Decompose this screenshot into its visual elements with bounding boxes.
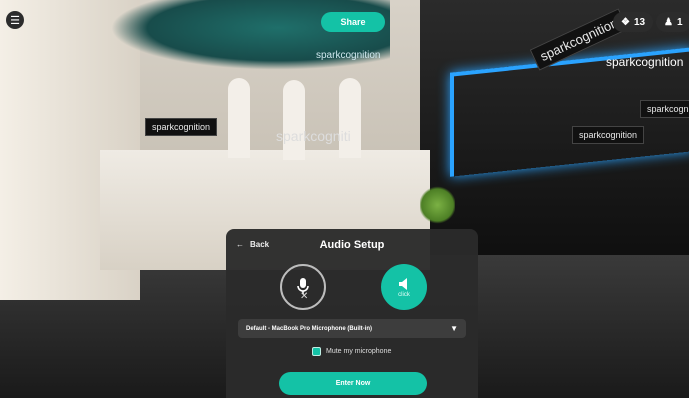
back-button[interactable]: ← Back [236, 240, 269, 249]
speaker-test-button[interactable]: click [381, 264, 427, 310]
brand-sign: sparkcognition [572, 126, 645, 144]
mute-checkbox[interactable] [312, 347, 321, 356]
display-column [228, 78, 250, 158]
visitors-count: 13 [633, 16, 646, 28]
brand-sign: sparkcognition [145, 118, 218, 136]
share-button[interactable]: Share [321, 12, 385, 32]
menu-button[interactable]: ☰ [6, 11, 24, 29]
device-selected: Default - MacBook Pro Microphone (Built-… [246, 325, 372, 332]
arrow-left-icon: ← [236, 240, 244, 249]
speaker-icon [399, 277, 407, 290]
visitors-counter[interactable]: ❖ 13 [613, 12, 654, 32]
brand-sign: sparkcognition [316, 50, 381, 61]
speaker-hint: click [398, 291, 410, 298]
brand-sign: sparkcogniti [276, 128, 351, 144]
enter-now-button[interactable]: Enter Now [279, 372, 427, 395]
users-counter[interactable]: ♟ 1 [656, 12, 689, 32]
back-label: Back [250, 240, 270, 249]
hamburger-icon: ☰ [10, 14, 20, 27]
plant [420, 185, 455, 225]
audio-setup-panel: Audio Setup ← Back ✕ click Default - Mac… [226, 229, 478, 398]
users-count: 1 [676, 16, 683, 28]
mute-microphone-option[interactable]: Mute my microphone [312, 347, 391, 356]
microphone-toggle[interactable]: ✕ [280, 264, 326, 310]
nodes-icon: ❖ [621, 16, 630, 28]
mute-label: Mute my microphone [326, 348, 392, 355]
brand-sign: sparkcognition [640, 100, 689, 118]
display-column [283, 80, 305, 160]
people-icon: ♟ [664, 16, 673, 28]
brand-sign: sparkcognition [606, 55, 684, 69]
close-icon: ✕ [300, 291, 309, 302]
microphone-select[interactable]: Default - MacBook Pro Microphone (Built-… [238, 319, 466, 338]
chevron-down-icon: ▼ [450, 324, 458, 333]
